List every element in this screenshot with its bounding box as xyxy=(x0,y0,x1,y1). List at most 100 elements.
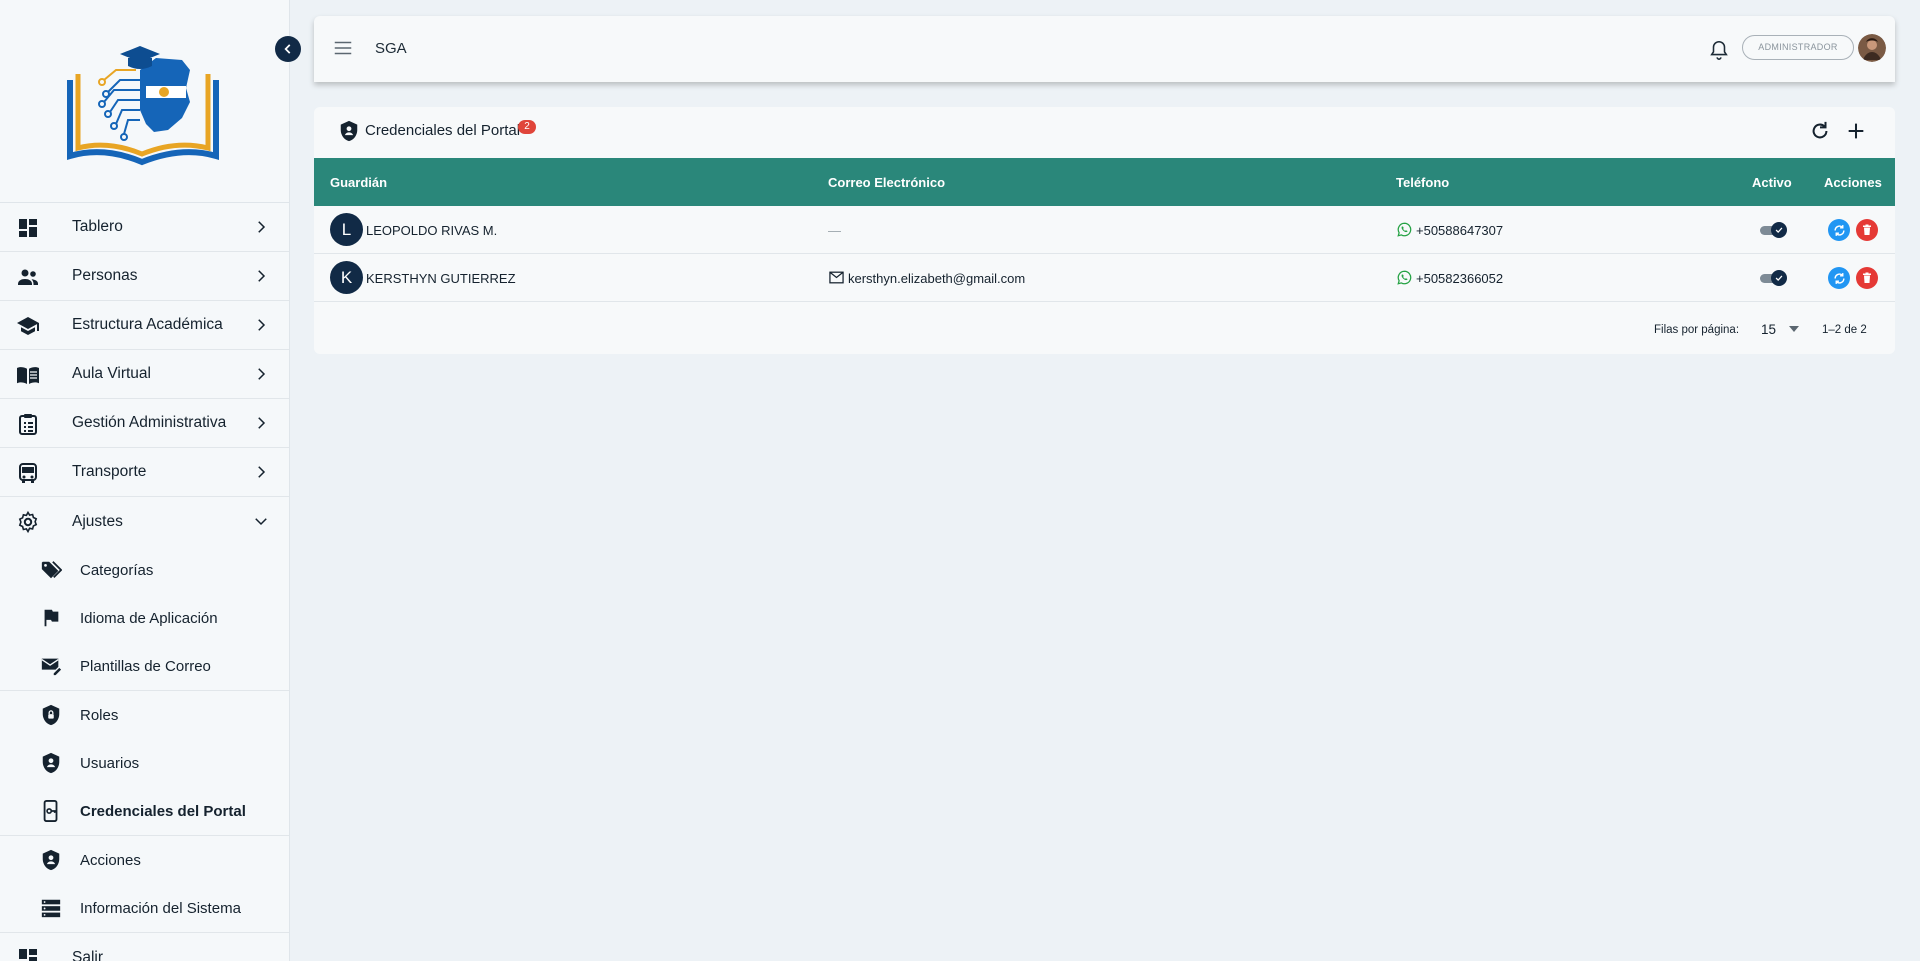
delete-button[interactable] xyxy=(1856,219,1878,241)
sidebar-item-tablero[interactable]: Tablero xyxy=(0,203,289,252)
table-header: Guardián Correo Electrónico Teléfono Act… xyxy=(314,158,1895,206)
sidebar-subitem-idioma[interactable]: Idioma de Aplicación xyxy=(0,594,289,642)
guardian-name: KERSTHYN GUTIERREZ xyxy=(366,271,516,286)
sidebar-item-gestion-administrativa[interactable]: Gestión Administrativa xyxy=(0,399,289,448)
app-title: SGA xyxy=(375,40,407,57)
chevron-down-icon xyxy=(255,518,267,526)
phone-value: +50582366052 xyxy=(1416,271,1504,286)
user-avatar[interactable] xyxy=(1858,34,1886,62)
chevron-left-icon xyxy=(284,44,291,54)
chevron-right-icon xyxy=(258,417,266,429)
submenu-group-security: Roles Usuarios Credenciales del Portal xyxy=(0,691,289,836)
phone-key-icon xyxy=(43,800,58,822)
tag-icon xyxy=(41,561,62,579)
column-header-actions: Acciones xyxy=(1824,175,1882,190)
school-icon xyxy=(17,317,39,335)
sidebar-item-aula-virtual[interactable]: Aula Virtual xyxy=(0,350,289,399)
sidebar-item-label: Tablero xyxy=(72,218,123,235)
mail-edit-icon xyxy=(41,658,62,676)
book-icon xyxy=(17,367,39,384)
column-header-active[interactable]: Activo xyxy=(1752,175,1792,190)
whatsapp-icon xyxy=(1397,270,1412,285)
sidebar-item-label: Transporte xyxy=(72,463,147,480)
sidebar-subitem-label: Plantillas de Correo xyxy=(80,657,211,675)
sidebar-subitem-plantillas[interactable]: Plantillas de Correo xyxy=(0,642,289,690)
sidebar-item-label: Gestión Administrativa xyxy=(72,414,227,431)
add-icon[interactable] xyxy=(1845,120,1867,142)
app-logo xyxy=(67,46,219,166)
sidebar-subitem-acciones[interactable]: Acciones xyxy=(0,836,289,884)
column-header-guardian[interactable]: Guardián xyxy=(330,175,387,190)
table-row[interactable]: L LEOPOLDO RIVAS M. — +50588647307 xyxy=(314,206,1895,254)
sidebar-subitem-label: Información del Sistema xyxy=(80,899,241,917)
sidebar-subitem-informacion[interactable]: Información del Sistema xyxy=(0,884,289,932)
clipboard-icon xyxy=(19,414,37,435)
collapse-sidebar-button[interactable] xyxy=(275,36,301,62)
trash-icon xyxy=(1863,272,1871,283)
avatar: L xyxy=(330,213,363,246)
email-value: — xyxy=(828,223,841,238)
shield-user-icon xyxy=(42,752,60,774)
rows-per-page-select[interactable]: 15 xyxy=(1761,322,1776,337)
topbar: SGA ADMINISTRADOR xyxy=(314,16,1895,82)
sidebar-item-transporte[interactable]: Transporte xyxy=(0,448,289,497)
sidebar-item-label: Salir xyxy=(72,948,104,961)
role-chip[interactable]: ADMINISTRADOR xyxy=(1742,35,1854,60)
sidebar-subitem-label: Idioma de Aplicación xyxy=(80,609,218,627)
shield-user-icon xyxy=(42,849,60,871)
sidebar-subitem-label: Roles xyxy=(80,706,119,724)
email-value[interactable]: kersthyn.elizabeth@gmail.com xyxy=(848,271,1025,286)
chevron-right-icon xyxy=(258,270,266,282)
sidebar-subitem-roles[interactable]: Roles xyxy=(0,691,289,739)
sidebar-subitem-label: Acciones xyxy=(80,851,141,869)
sidebar-item-estructura-academica[interactable]: Estructura Académica xyxy=(0,301,289,350)
people-icon xyxy=(18,269,38,285)
pagination: Filas por página: 15 1–2 de 2 xyxy=(314,303,1895,351)
sidebar-item-salir[interactable]: Salir xyxy=(0,933,289,961)
server-icon xyxy=(41,899,61,918)
portal-credentials-card: Credenciales del Portal 2 Guardián Corre… xyxy=(314,107,1895,354)
sync-button[interactable] xyxy=(1828,267,1850,289)
count-badge: 2 xyxy=(518,120,536,134)
dashboard-icon xyxy=(19,949,37,961)
trash-icon xyxy=(1863,224,1871,235)
shield-lock-icon xyxy=(42,704,60,726)
column-header-email[interactable]: Correo Electrónico xyxy=(828,175,945,190)
sidebar-item-personas[interactable]: Personas xyxy=(0,252,289,301)
column-header-phone[interactable]: Teléfono xyxy=(1396,175,1449,190)
table-row[interactable]: K KERSTHYN GUTIERREZ kersthyn.elizabeth@… xyxy=(314,254,1895,302)
sidebar-subitem-label: Usuarios xyxy=(80,754,140,772)
sidebar-subitem-credenciales[interactable]: Credenciales del Portal xyxy=(0,787,289,835)
delete-button[interactable] xyxy=(1856,267,1878,289)
card-header: Credenciales del Portal 2 xyxy=(314,107,1895,159)
pagination-range: 1–2 de 2 xyxy=(1822,324,1867,336)
guardian-name: LEOPOLDO RIVAS M. xyxy=(366,223,498,238)
refresh-icon[interactable] xyxy=(1809,120,1831,142)
active-toggle[interactable] xyxy=(1758,270,1788,286)
sidebar: Tablero Personas Estructura Académica Au… xyxy=(0,0,290,961)
bell-icon[interactable] xyxy=(1708,38,1730,62)
flag-icon xyxy=(44,609,59,627)
card-title: Credenciales del Portal xyxy=(365,122,521,139)
sidebar-subitem-label: Credenciales del Portal xyxy=(80,802,246,820)
caret-down-icon[interactable] xyxy=(1789,326,1799,332)
chevron-right-icon xyxy=(258,368,266,380)
bus-icon xyxy=(19,463,37,483)
sidebar-subitem-categorias[interactable]: Categorías xyxy=(0,546,289,594)
sidebar-item-ajustes[interactable]: Ajustes xyxy=(0,497,289,546)
submenu-group-general: Categorías Idioma de Aplicación Plantill… xyxy=(0,546,289,691)
gear-icon xyxy=(18,510,38,534)
sidebar-item-label: Aula Virtual xyxy=(72,365,151,382)
mail-icon xyxy=(829,271,844,284)
hamburger-menu-icon[interactable] xyxy=(332,37,354,59)
sync-button[interactable] xyxy=(1828,219,1850,241)
chevron-right-icon xyxy=(258,221,266,233)
phone-value: +50588647307 xyxy=(1416,223,1504,238)
chevron-right-icon xyxy=(258,466,266,478)
active-toggle[interactable] xyxy=(1758,222,1788,238)
chevron-right-icon xyxy=(258,319,266,331)
sidebar-item-label: Estructura Académica xyxy=(72,316,223,333)
sync-icon xyxy=(1833,224,1845,236)
sidebar-subitem-usuarios[interactable]: Usuarios xyxy=(0,739,289,787)
whatsapp-icon xyxy=(1397,222,1412,237)
